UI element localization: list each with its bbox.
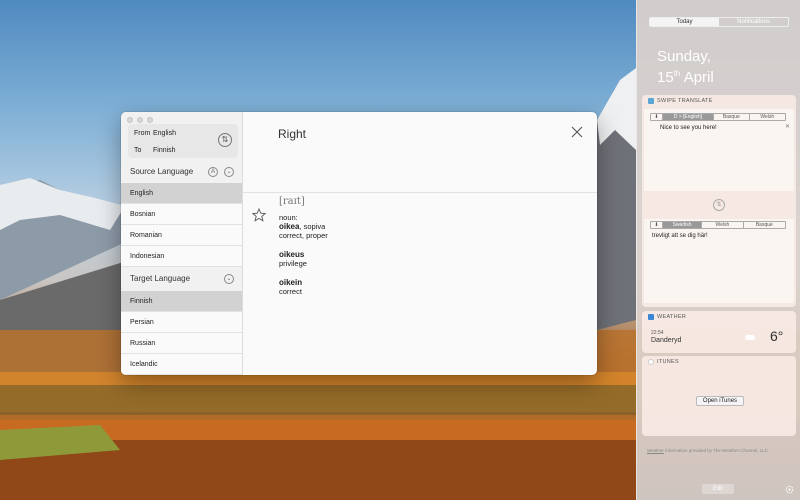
divider xyxy=(243,192,597,193)
date-day: Sunday, xyxy=(657,48,711,65)
weather-temperature: 6° xyxy=(770,328,784,344)
translate-window: From English To Finnish ⇅ Source Language … xyxy=(121,112,597,375)
translation-gloss: privilege xyxy=(279,259,307,268)
date-suffix: th xyxy=(673,69,681,78)
open-itunes-button[interactable]: Open iTunes xyxy=(696,396,744,406)
language-sidebar: From English To Finnish ⇅ Source Language … xyxy=(121,112,243,375)
target-language-label: Target Language xyxy=(130,274,191,283)
source-item[interactable]: English xyxy=(121,183,242,204)
minimize-window-button[interactable] xyxy=(137,117,143,123)
star-icon[interactable] xyxy=(252,208,266,222)
source-item[interactable]: Romanian xyxy=(121,225,242,246)
itunes-icon xyxy=(648,359,654,365)
sort-alpha-icon[interactable]: A xyxy=(208,167,218,177)
tab-source-lang[interactable]: D > [English] xyxy=(662,114,715,120)
tab-target-lang[interactable]: Swedish xyxy=(662,222,703,228)
weather-time: 22:54 xyxy=(651,330,664,336)
translation-word: oikeus xyxy=(279,250,305,259)
translation-extra: , sopiva xyxy=(299,222,326,231)
notification-center: Today Notifications Sunday, 15th April S… xyxy=(636,0,800,500)
chevron-down-icon[interactable]: ⌄ xyxy=(224,274,234,284)
source-text[interactable]: Nice to see you here! xyxy=(660,125,717,131)
translation-word: oikein xyxy=(279,278,303,287)
language-pair-box: From English To Finnish ⇅ xyxy=(128,124,238,158)
to-value: Finnish xyxy=(153,147,176,154)
itunes-widget: ITUNES Open iTunes xyxy=(642,356,796,436)
nc-segmented-control: Today Notifications xyxy=(649,17,789,27)
widget-title: ITUNES xyxy=(657,359,679,365)
close-icon[interactable] xyxy=(571,126,583,138)
date-number: 15 xyxy=(657,69,674,86)
target-item[interactable]: Persian xyxy=(121,312,242,333)
translation-gloss: correct, proper xyxy=(279,231,328,240)
weather-attribution: Weather information provided by The Weat… xyxy=(647,448,768,453)
widget-header: ITUNES xyxy=(648,359,679,365)
download-icon[interactable]: ⬇ xyxy=(651,114,663,120)
tab-notifications[interactable]: Notifications xyxy=(719,18,788,26)
swap-icon[interactable]: ⇅ xyxy=(713,199,725,211)
window-controls xyxy=(127,117,153,123)
download-icon[interactable]: ⬇ xyxy=(651,222,663,228)
from-value: English xyxy=(153,130,176,137)
widget-header: SWIPE TRANSLATE xyxy=(648,98,713,104)
widget-header: WEATHER xyxy=(648,314,686,320)
weather-attribution-link[interactable]: Weather xyxy=(647,448,664,453)
clear-icon[interactable]: ✕ xyxy=(785,123,790,130)
target-text: trevligt att se dig här! xyxy=(652,233,708,239)
date-header: Sunday, 15th April xyxy=(657,48,714,86)
widget-title: WEATHER xyxy=(657,314,687,320)
date-month: April xyxy=(683,69,714,86)
from-label: From xyxy=(134,130,151,137)
weather-widget: WEATHER 22:54 Danderyd 6° xyxy=(642,311,796,353)
cloud-icon xyxy=(745,335,755,340)
tab-source-lang[interactable]: Welsh xyxy=(750,114,785,120)
target-language-list: Finnish Persian Russian Icelandic xyxy=(121,291,242,375)
from-row[interactable]: From English xyxy=(134,130,176,137)
target-language-header: Target Language ⌄ xyxy=(121,268,242,290)
tab-today[interactable]: Today xyxy=(650,18,719,26)
target-item[interactable]: Finnish xyxy=(121,291,242,312)
source-tabbar: ⬇ D > [English] Basque Welsh xyxy=(650,113,786,121)
source-language-list: English Bosnian Romanian Indonesian xyxy=(121,183,242,267)
input-word[interactable]: Right xyxy=(278,127,306,141)
widget-title: SWIPE TRANSLATE xyxy=(657,98,713,104)
target-item[interactable]: Russian xyxy=(121,333,242,354)
to-row[interactable]: To Finnish xyxy=(134,147,176,154)
to-label: To xyxy=(134,147,142,154)
gear-icon[interactable] xyxy=(785,485,794,494)
target-item[interactable]: Icelandic xyxy=(121,354,242,375)
tab-target-lang[interactable]: Welsh xyxy=(702,222,744,228)
edit-button[interactable]: Edit xyxy=(702,484,734,494)
weather-attribution-text: information provided by The Weather Chan… xyxy=(663,448,768,453)
swap-languages-button[interactable]: ⇅ xyxy=(218,133,232,147)
translation-panel: Right [raɪt] noun: oikea, sopiva correct… xyxy=(243,112,597,375)
swipe-translate-icon xyxy=(648,98,654,104)
zoom-window-button[interactable] xyxy=(147,117,153,123)
close-window-button[interactable] xyxy=(127,117,133,123)
translation-word: oikea xyxy=(279,222,300,231)
source-language-label: Source Language xyxy=(130,167,194,176)
source-language-header: Source Language A ⌄ xyxy=(121,161,242,183)
swipe-translate-widget: SWIPE TRANSLATE ⬇ D > [English] Basque W… xyxy=(642,95,796,307)
tab-target-lang[interactable]: Basque xyxy=(744,222,785,228)
definitions: noun: oikea, sopiva correct, proper oike… xyxy=(279,213,328,304)
tab-source-lang[interactable]: Basque xyxy=(714,114,750,120)
source-item[interactable]: Indonesian xyxy=(121,246,242,267)
translation-gloss: correct xyxy=(279,287,302,296)
source-card: ⬇ D > [English] Basque Welsh ✕ Nice to s… xyxy=(644,109,794,191)
target-card: ⬇ Swedish Welsh Basque trevligt att se d… xyxy=(644,219,794,303)
source-item[interactable]: Bosnian xyxy=(121,204,242,225)
weather-city[interactable]: Danderyd xyxy=(651,337,681,344)
target-tabbar: ⬇ Swedish Welsh Basque xyxy=(650,221,786,229)
phonetic: [raɪt] xyxy=(279,196,305,207)
chevron-down-icon[interactable]: ⌄ xyxy=(224,167,234,177)
part-of-speech: noun: xyxy=(279,213,298,222)
weather-app-icon xyxy=(648,314,654,320)
